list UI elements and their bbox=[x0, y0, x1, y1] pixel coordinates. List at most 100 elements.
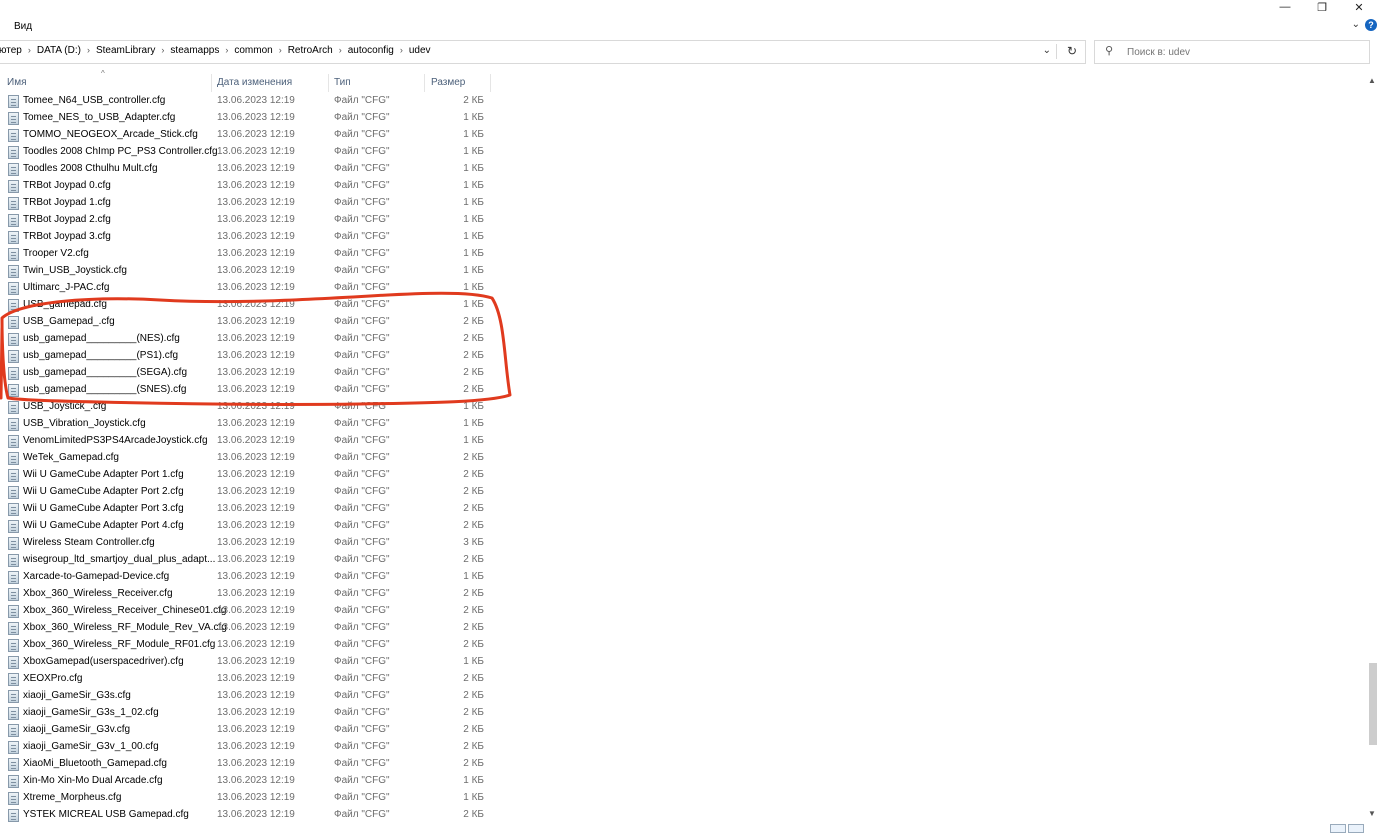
file-name[interactable]: TRBot Joypad 1.cfg bbox=[23, 197, 111, 208]
table-row[interactable]: Ultimarc_J-PAC.cfg 13.06.2023 12:19 Файл "… bbox=[0, 280, 500, 297]
file-name[interactable]: XboxGamepad(userspacedriver).cfg bbox=[23, 656, 184, 667]
minimize-button[interactable]: — bbox=[1266, 0, 1304, 14]
table-row[interactable]: Toodles 2008 Cthulhu Mult.cfg 13.06.2023 … bbox=[0, 161, 500, 178]
table-row[interactable]: xiaoji_GameSir_G3v_1_00.cfg 13.06.2023 12… bbox=[0, 739, 500, 756]
file-name[interactable]: XEOXPro.cfg bbox=[23, 673, 82, 684]
restore-button[interactable]: ❐ bbox=[1303, 0, 1341, 14]
column-header-type[interactable]: Тип bbox=[334, 77, 351, 88]
table-row[interactable]: Trooper V2.cfg 13.06.2023 12:19 Файл "CFG"… bbox=[0, 246, 500, 263]
view-buttons[interactable] bbox=[1330, 820, 1366, 833]
table-row[interactable]: Xtreme_Morpheus.cfg 13.06.2023 12:19 Файл … bbox=[0, 790, 500, 807]
file-name[interactable]: usb_gamepad_________(PS1).cfg bbox=[23, 350, 178, 361]
file-name[interactable]: Wii U GameCube Adapter Port 4.cfg bbox=[23, 520, 184, 531]
file-name[interactable]: Xbox_360_Wireless_Receiver_Chinese01.cfg bbox=[23, 605, 226, 616]
file-name[interactable]: xiaoji_GameSir_G3s.cfg bbox=[23, 690, 131, 701]
table-row[interactable]: Xbox_360_Wireless_RF_Module_Rev_VA.cfg 13… bbox=[0, 620, 500, 637]
file-name[interactable]: TRBot Joypad 2.cfg bbox=[23, 214, 111, 225]
file-name[interactable]: YSTEK MICREAL USB Gamepad.cfg bbox=[23, 809, 189, 820]
table-row[interactable]: Toodles 2008 ChImp PC_PS3 Controller.cfg… bbox=[0, 144, 500, 161]
large-icons-view-icon[interactable] bbox=[1348, 824, 1364, 833]
column-divider[interactable] bbox=[424, 74, 425, 92]
file-name[interactable]: Xbox_360_Wireless_Receiver.cfg bbox=[23, 588, 173, 599]
table-row[interactable]: wisegroup_ltd_smartjoy_dual_plus_adapt..… bbox=[0, 552, 500, 569]
table-row[interactable]: Xarcade-to-Gamepad-Device.cfg 13.06.2023 … bbox=[0, 569, 500, 586]
breadcrumb-separator-icon[interactable]: › bbox=[87, 45, 90, 56]
file-name[interactable]: XiaoMi_Bluetooth_Gamepad.cfg bbox=[23, 758, 167, 769]
file-name[interactable]: Trooper V2.cfg bbox=[23, 248, 89, 259]
table-row[interactable]: TRBot Joypad 3.cfg 13.06.2023 12:19 Файл "… bbox=[0, 229, 500, 246]
scrollbar-thumb[interactable] bbox=[1369, 662, 1377, 745]
file-name[interactable]: Wii U GameCube Adapter Port 1.cfg bbox=[23, 469, 184, 480]
file-name[interactable]: xiaoji_GameSir_G3s_1_02.cfg bbox=[23, 707, 159, 718]
file-name[interactable]: usb_gamepad_________(SNES).cfg bbox=[23, 384, 186, 395]
table-row[interactable]: Wii U GameCube Adapter Port 3.cfg 13.06.2… bbox=[0, 501, 500, 518]
breadcrumb-separator-icon[interactable]: › bbox=[339, 45, 342, 56]
breadcrumb-separator-icon[interactable]: › bbox=[400, 45, 403, 56]
table-row[interactable]: TRBot Joypad 2.cfg 13.06.2023 12:19 Файл "… bbox=[0, 212, 500, 229]
help-icon[interactable]: ? bbox=[1365, 19, 1377, 31]
table-row[interactable]: Wireless Steam Controller.cfg 13.06.2023 … bbox=[0, 535, 500, 552]
scroll-up-icon[interactable]: ▲ bbox=[1368, 76, 1376, 85]
column-header-name[interactable]: Имя bbox=[7, 77, 26, 88]
column-header-date[interactable]: Дата изменения bbox=[217, 77, 292, 88]
table-row[interactable]: YSTEK MICREAL USB Gamepad.cfg 13.06.2023 … bbox=[0, 807, 500, 824]
search-input[interactable] bbox=[1125, 43, 1359, 61]
menu-view[interactable]: Вид bbox=[14, 21, 32, 32]
table-row[interactable]: TRBot Joypad 0.cfg 13.06.2023 12:19 Файл "… bbox=[0, 178, 500, 195]
column-divider[interactable] bbox=[328, 74, 329, 92]
chevron-down-icon[interactable]: ⌄ bbox=[1352, 19, 1360, 30]
file-name[interactable]: Tomee_NES_to_USB_Adapter.cfg bbox=[23, 112, 175, 123]
breadcrumb-item[interactable]: RetroArch bbox=[288, 45, 333, 56]
file-name[interactable]: TOMMO_NEOGEOX_Arcade_Stick.cfg bbox=[23, 129, 198, 140]
file-name[interactable]: WeTek_Gamepad.cfg bbox=[23, 452, 119, 463]
refresh-icon[interactable]: ↻ bbox=[1067, 44, 1077, 58]
file-name[interactable]: xiaoji_GameSir_G3v_1_00.cfg bbox=[23, 741, 159, 752]
table-row[interactable]: TRBot Joypad 1.cfg 13.06.2023 12:19 Файл "… bbox=[0, 195, 500, 212]
breadcrumb-item[interactable]: ютер bbox=[0, 45, 22, 56]
table-row[interactable]: XEOXPro.cfg 13.06.2023 12:19 Файл "CFG" 2 К… bbox=[0, 671, 500, 688]
file-name[interactable]: USB_Gamepad_.cfg bbox=[23, 316, 115, 327]
breadcrumb-separator-icon[interactable]: › bbox=[28, 45, 31, 56]
file-name[interactable]: USB_gamepad.cfg bbox=[23, 299, 107, 310]
file-name[interactable]: USB_Joystick_.cfg bbox=[23, 401, 106, 412]
table-row[interactable]: XboxGamepad(userspacedriver).cfg 13.06.20… bbox=[0, 654, 500, 671]
table-row[interactable]: usb_gamepad_________(NES).cfg 13.06.2023 … bbox=[0, 331, 500, 348]
scroll-down-icon[interactable]: ▼ bbox=[1368, 809, 1376, 818]
address-bar[interactable]: ютер › DATA (D:) › SteamLibrary › steamapps › co… bbox=[0, 40, 1086, 64]
table-row[interactable]: usb_gamepad_________(PS1).cfg 13.06.2023 … bbox=[0, 348, 500, 365]
breadcrumb-item[interactable]: steamapps bbox=[170, 45, 219, 56]
table-row[interactable]: USB_Joystick_.cfg 13.06.2023 12:19 Файл "C… bbox=[0, 399, 500, 416]
file-name[interactable]: Xin-Mo Xin-Mo Dual Arcade.cfg bbox=[23, 775, 163, 786]
file-name[interactable]: TRBot Joypad 0.cfg bbox=[23, 180, 111, 191]
file-name[interactable]: Wii U GameCube Adapter Port 3.cfg bbox=[23, 503, 184, 514]
file-name[interactable]: Toodles 2008 ChImp PC_PS3 Controller.cfg bbox=[23, 146, 218, 157]
column-divider[interactable] bbox=[211, 74, 212, 92]
table-row[interactable]: Tomee_N64_USB_controller.cfg 13.06.2023 1… bbox=[0, 93, 500, 110]
table-row[interactable]: Xbox_360_Wireless_Receiver_Chinese01.cfg… bbox=[0, 603, 500, 620]
table-row[interactable]: Wii U GameCube Adapter Port 1.cfg 13.06.2… bbox=[0, 467, 500, 484]
table-row[interactable]: usb_gamepad_________(SEGA).cfg 13.06.2023… bbox=[0, 365, 500, 382]
column-divider[interactable] bbox=[490, 74, 491, 92]
file-name[interactable]: Wireless Steam Controller.cfg bbox=[23, 537, 155, 548]
table-row[interactable]: Xbox_360_Wireless_RF_Module_RF01.cfg 13.0… bbox=[0, 637, 500, 654]
file-name[interactable]: VenomLimitedPS3PS4ArcadeJoystick.cfg bbox=[23, 435, 208, 446]
details-view-icon[interactable] bbox=[1330, 824, 1346, 833]
table-row[interactable]: Tomee_NES_to_USB_Adapter.cfg 13.06.2023 1… bbox=[0, 110, 500, 127]
file-name[interactable]: xiaoji_GameSir_G3v.cfg bbox=[23, 724, 130, 735]
table-row[interactable]: USB_gamepad.cfg 13.06.2023 12:19 Файл "CFG… bbox=[0, 297, 500, 314]
column-header-size[interactable]: Размер bbox=[431, 77, 465, 88]
file-name[interactable]: Xbox_360_Wireless_RF_Module_RF01.cfg bbox=[23, 639, 215, 650]
table-row[interactable]: VenomLimitedPS3PS4ArcadeJoystick.cfg 13.0… bbox=[0, 433, 500, 450]
file-name[interactable]: usb_gamepad_________(NES).cfg bbox=[23, 333, 180, 344]
breadcrumb-item[interactable]: DATA (D:) bbox=[37, 45, 81, 56]
breadcrumb-item[interactable]: udev bbox=[409, 45, 431, 56]
table-row[interactable]: xiaoji_GameSir_G3v.cfg 13.06.2023 12:19 Фа… bbox=[0, 722, 500, 739]
table-row[interactable]: WeTek_Gamepad.cfg 13.06.2023 12:19 Файл "C… bbox=[0, 450, 500, 467]
table-row[interactable]: XiaoMi_Bluetooth_Gamepad.cfg 13.06.2023 1… bbox=[0, 756, 500, 773]
close-button[interactable]: ✕ bbox=[1340, 0, 1378, 14]
breadcrumb-separator-icon[interactable]: › bbox=[161, 45, 164, 56]
table-row[interactable]: TOMMO_NEOGEOX_Arcade_Stick.cfg 13.06.2023… bbox=[0, 127, 500, 144]
file-name[interactable]: Xbox_360_Wireless_RF_Module_Rev_VA.cfg bbox=[23, 622, 227, 633]
file-name[interactable]: Wii U GameCube Adapter Port 2.cfg bbox=[23, 486, 184, 497]
file-name[interactable]: usb_gamepad_________(SEGA).cfg bbox=[23, 367, 187, 378]
